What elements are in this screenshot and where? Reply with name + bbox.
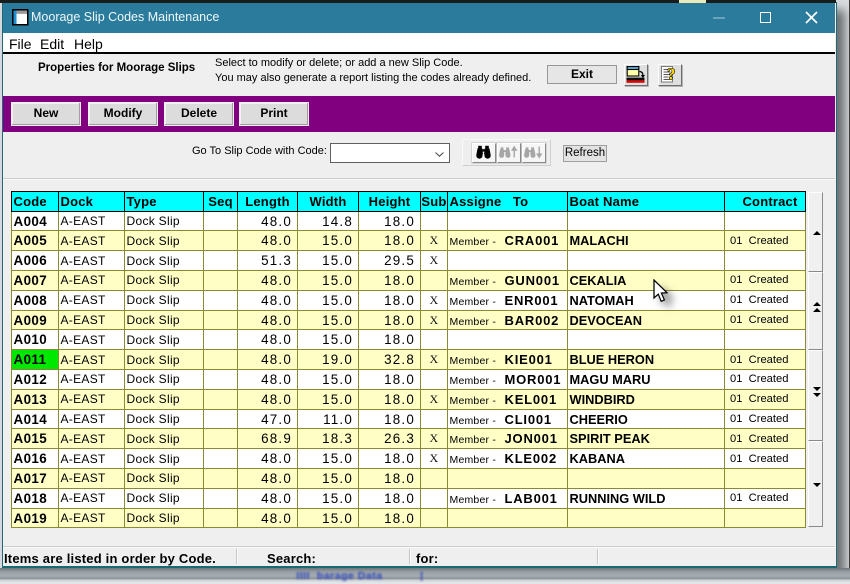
svg-text:?: ? bbox=[667, 65, 675, 84]
